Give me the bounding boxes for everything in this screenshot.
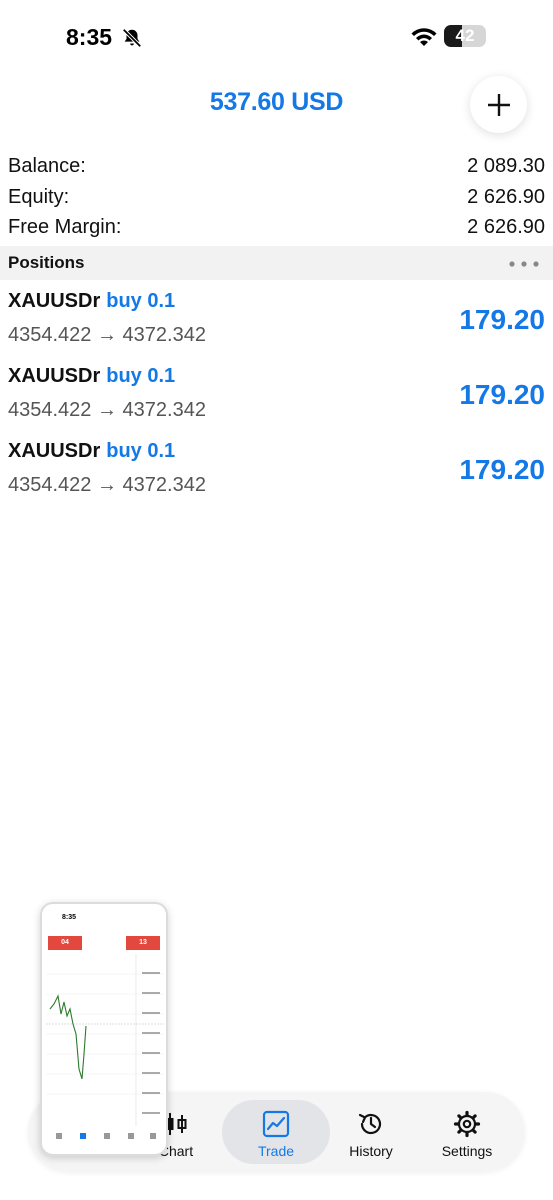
position-profit: 179.20 <box>459 379 545 410</box>
battery-level: 42 <box>455 26 475 45</box>
position-side: buy 0.1 <box>106 365 176 387</box>
wifi-icon <box>411 28 437 46</box>
position-symbol: XAUUSDr <box>8 365 101 387</box>
position-symbol: XAUUSDr <box>8 440 101 462</box>
equity-row: Equity: 2 626.90 <box>0 182 553 212</box>
thumbnail-buy-price: 13 <box>126 936 160 950</box>
equity-value: 2 626.90 <box>467 186 545 208</box>
equity-label: Equity: <box>8 186 70 208</box>
gear-icon <box>453 1110 481 1138</box>
balance-value: 2 089.30 <box>467 155 545 177</box>
position-row[interactable]: XAUUSDr buy 0.1 4354.422 → 4372.342 179.2… <box>0 359 553 433</box>
free-margin-value: 2 626.90 <box>467 216 545 238</box>
bell-slash-icon <box>122 28 142 48</box>
tab-trade[interactable]: Trade <box>222 1100 330 1164</box>
tab-history-label: History <box>349 1143 393 1159</box>
status-time: 8:35 <box>66 24 113 50</box>
thumbnail-time: 8:35 <box>62 914 77 921</box>
balance-row: Balance: 2 089.30 <box>0 151 553 181</box>
balance-label: Balance: <box>8 155 86 177</box>
position-prices: 4354.422 → 4372.342 <box>8 474 206 496</box>
position-row[interactable]: XAUUSDr buy 0.1 4354.422 → 4372.342 179.2… <box>0 434 553 508</box>
new-order-button[interactable] <box>470 76 527 133</box>
position-prices: 4354.422 → 4372.342 <box>8 324 206 346</box>
ellipsis-icon[interactable] <box>509 261 539 267</box>
free-margin-row: Free Margin: 2 626.90 <box>0 212 553 242</box>
positions-section-header: Positions <box>0 246 553 280</box>
tab-settings-label: Settings <box>441 1143 493 1159</box>
position-side: buy 0.1 <box>106 290 176 312</box>
position-row[interactable]: XAUUSDr buy 0.1 4354.422 → 4372.342 179.2… <box>0 284 553 358</box>
tab-history[interactable]: History <box>317 1100 425 1164</box>
tab-trade-label: Trade <box>257 1143 295 1159</box>
position-profit: 179.20 <box>459 454 545 485</box>
history-icon <box>358 1113 382 1135</box>
position-prices: 4354.422 → 4372.342 <box>8 399 206 421</box>
status-bar: 8:35 42 <box>0 0 553 72</box>
screenshot-thumbnail[interactable]: 8:35 04 13 <box>40 902 168 1156</box>
thumbnail-sell-price: 04 <box>48 936 82 950</box>
thumbnail-nav-image <box>56 1133 156 1139</box>
free-margin-label: Free Margin: <box>8 216 122 238</box>
plus-icon <box>487 93 510 116</box>
battery-icon: 42 <box>444 25 486 47</box>
positions-title: Positions <box>8 253 85 272</box>
trend-chart-icon <box>262 1110 290 1138</box>
position-symbol: XAUUSDr <box>8 290 101 312</box>
thumbnail-chart-image <box>46 954 164 1126</box>
position-side: buy 0.1 <box>106 440 176 462</box>
position-profit: 179.20 <box>459 304 545 335</box>
tab-settings[interactable]: Settings <box>413 1100 521 1164</box>
